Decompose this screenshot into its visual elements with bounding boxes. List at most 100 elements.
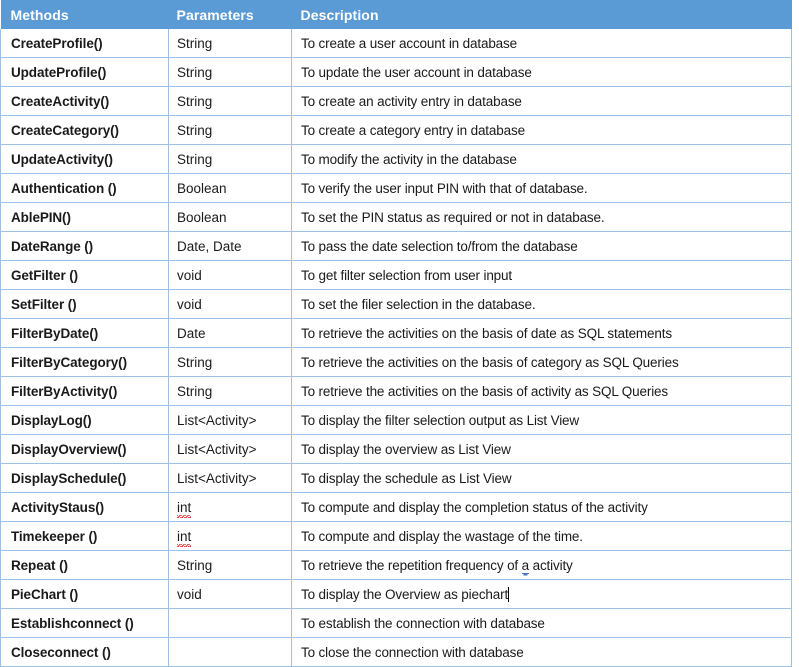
cell-parameter[interactable]: Date [168, 318, 292, 348]
cell-method[interactable]: FilterByActivity() [0, 376, 169, 406]
cell-parameter[interactable]: Boolean [168, 202, 292, 232]
cell-method[interactable]: Authentication () [0, 173, 169, 203]
cell-method[interactable]: AblePIN() [0, 202, 169, 232]
description-text: To pass the date selection to/from the d… [301, 238, 578, 254]
cell-description[interactable]: To close the connection with database [291, 637, 792, 667]
cell-method[interactable]: CreateProfile() [0, 29, 169, 58]
cell-method[interactable]: CreateCategory() [0, 115, 169, 145]
cell-parameter[interactable]: List<Activity> [168, 405, 292, 435]
cell-method[interactable]: GetFilter () [0, 260, 169, 290]
cell-description[interactable]: To create an activity entry in database [291, 86, 792, 116]
cell-method[interactable]: CreateActivity() [0, 86, 169, 116]
cell-description[interactable]: To retrieve the activities on the basis … [291, 347, 792, 377]
spellcheck-underlined-text: int [177, 499, 192, 518]
table-row[interactable]: Establishconnect () To establish the conn… [0, 608, 792, 638]
table-row[interactable]: CreateCategory() String To create a catego… [0, 115, 792, 145]
cell-description[interactable]: To create a category entry in database [291, 115, 792, 145]
cell-method[interactable]: SetFilter () [0, 289, 169, 319]
cell-parameter[interactable]: String [168, 347, 292, 377]
cell-parameter[interactable]: void [168, 579, 292, 609]
cell-description[interactable]: To display the Overview as piechart [291, 579, 792, 609]
cell-parameter[interactable]: List<Activity> [168, 463, 292, 493]
cell-parameter[interactable]: void [168, 289, 292, 319]
table-row[interactable]: FilterByActivity() String To retrieve the … [0, 376, 792, 406]
cell-method[interactable]: DateRange () [0, 231, 169, 261]
table-row[interactable]: Repeat () String To retrieve the repetitio… [0, 550, 792, 580]
table-row[interactable]: FilterByCategory() String To retrieve the … [0, 347, 792, 377]
table-row[interactable]: GetFilter () void To get filter selection … [0, 260, 792, 290]
table-row[interactable]: CreateActivity() String To create an activ… [0, 86, 792, 116]
cell-parameter[interactable]: String [168, 550, 292, 580]
cell-parameter[interactable]: String [168, 86, 292, 116]
cell-description[interactable]: To get filter selection from user input [291, 260, 792, 290]
cell-description[interactable]: To establish the connection with databas… [291, 608, 792, 638]
table-row[interactable]: UpdateProfile() String To update the user … [0, 57, 792, 87]
cell-method[interactable]: Repeat () [0, 550, 169, 580]
cell-method[interactable]: DisplayLog() [0, 405, 169, 435]
cell-method[interactable]: UpdateProfile() [0, 57, 169, 87]
cell-parameter[interactable]: Boolean [168, 173, 292, 203]
cell-description[interactable]: To create a user account in database [291, 29, 792, 58]
description-text: To display the Overview as piechart [301, 586, 509, 602]
cell-description[interactable]: To retrieve the repetition frequency of … [291, 550, 792, 580]
cell-method[interactable]: DisplaySchedule() [0, 463, 169, 493]
cell-parameter[interactable]: String [168, 115, 292, 145]
cell-description[interactable]: To compute and display the wastage of th… [291, 521, 792, 551]
cell-description[interactable]: To update the user account in database [291, 57, 792, 87]
cell-method[interactable]: PieChart () [0, 579, 169, 609]
table-row[interactable]: DateRange () Date, Date To pass the date s… [0, 231, 792, 261]
description-text: To create a user account in database [301, 35, 517, 51]
cell-description[interactable]: To retrieve the activities on the basis … [291, 376, 792, 406]
table-row[interactable]: Closeconnect () To close the connection w… [0, 637, 792, 667]
cell-parameter[interactable]: List<Activity> [168, 434, 292, 464]
cell-parameter[interactable]: String [168, 376, 292, 406]
description-text: To retrieve the activities on the basis … [301, 383, 669, 399]
cell-description[interactable]: To retrieve the activities on the basis … [291, 318, 792, 348]
cell-parameter[interactable]: String [168, 29, 292, 58]
cell-parameter[interactable]: String [168, 57, 292, 87]
cell-parameter[interactable]: String [168, 144, 292, 174]
cell-method[interactable]: DisplayOverview() [0, 434, 169, 464]
cell-parameter[interactable]: Date, Date [168, 231, 292, 261]
table-row[interactable]: DisplayOverview() List<Activity> To displa… [0, 434, 792, 464]
cell-parameter[interactable]: int [168, 492, 292, 522]
table-row[interactable]: UpdateActivity() String To modify the acti… [0, 144, 792, 174]
table-row[interactable]: CreateProfile() String To create a user ac… [0, 29, 792, 58]
cell-parameter[interactable]: int [168, 521, 292, 551]
cell-description[interactable]: To display the overview as List View [291, 434, 792, 464]
cell-description[interactable]: To display the filter selection output a… [291, 405, 792, 435]
table-row[interactable]: Authentication () Boolean To verify the us… [0, 173, 792, 203]
cell-parameter[interactable] [168, 608, 292, 638]
table-body: CreateProfile() String To create a user ac… [0, 29, 792, 667]
table-row[interactable]: AblePIN() Boolean To set the PIN status as… [0, 202, 792, 232]
cell-description[interactable]: To set the filer selection in the databa… [291, 289, 792, 319]
cell-method[interactable]: FilterByDate() [0, 318, 169, 348]
table-row[interactable]: DisplaySchedule() List<Activity> To displa… [0, 463, 792, 493]
cell-method[interactable]: Timekeeper () [0, 521, 169, 551]
column-header-description[interactable]: Description [291, 0, 792, 29]
cell-description[interactable]: To verify the user input PIN with that o… [291, 173, 792, 203]
cell-method[interactable]: FilterByCategory() [0, 347, 169, 377]
cell-description[interactable]: To modify the activity in the database [291, 144, 792, 174]
cell-description[interactable]: To display the schedule as List View [291, 463, 792, 493]
cell-description[interactable]: To pass the date selection to/from the d… [291, 231, 792, 261]
cell-method[interactable]: UpdateActivity() [0, 144, 169, 174]
table-row[interactable]: SetFilter () void To set the filer selecti… [0, 289, 792, 319]
table-row[interactable]: DisplayLog() List<Activity> To display the… [0, 405, 792, 435]
table-row[interactable]: PieChart () void To display the Overview a… [0, 579, 792, 609]
table-row[interactable]: ActivityStaus() int To compute and display… [0, 492, 792, 522]
cell-parameter[interactable] [168, 637, 292, 667]
description-text: To establish the connection with databas… [301, 615, 545, 631]
table-row[interactable]: Timekeeper () int To compute and display t… [0, 521, 792, 551]
table-header: Methods Parameters Description [0, 0, 792, 29]
column-header-methods[interactable]: Methods [0, 0, 169, 29]
cell-description[interactable]: To set the PIN status as required or not… [291, 202, 792, 232]
cell-method[interactable]: Establishconnect () [0, 608, 169, 638]
column-header-parameters[interactable]: Parameters [168, 0, 292, 29]
table-row[interactable]: FilterByDate() Date To retrieve the activi… [0, 318, 792, 348]
spellcheck-underlined-text: int [177, 528, 192, 547]
cell-parameter[interactable]: void [168, 260, 292, 290]
cell-method[interactable]: Closeconnect () [0, 637, 169, 667]
cell-description[interactable]: To compute and display the completion st… [291, 492, 792, 522]
cell-method[interactable]: ActivityStaus() [0, 492, 169, 522]
